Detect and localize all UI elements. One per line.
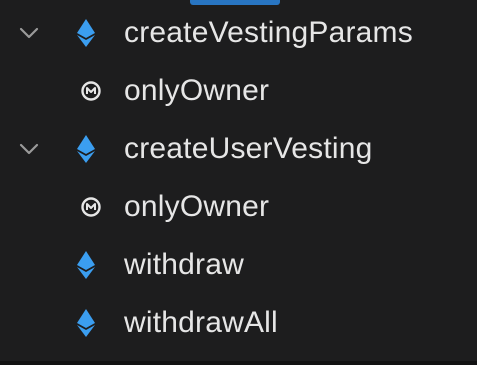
panel-bottom-edge: [0, 361, 477, 365]
function-label: withdraw: [124, 248, 244, 281]
tree-item-createVestingParams[interactable]: createVestingParams: [0, 4, 477, 62]
ethereum-icon: [76, 18, 96, 48]
tree-item-onlyOwner[interactable]: onlyOwner: [0, 62, 477, 120]
ethereum-icon: [76, 308, 96, 338]
ethereum-icon: [76, 250, 96, 280]
ethereum-icon: [76, 134, 96, 164]
modifier-icon: [80, 80, 102, 102]
modifier-label: onlyOwner: [124, 74, 270, 107]
function-label: withdrawAll: [124, 306, 278, 339]
function-label: createUserVesting: [124, 132, 373, 165]
tree-item-onlyOwner[interactable]: onlyOwner: [0, 178, 477, 236]
chevron-down-icon[interactable]: [18, 138, 40, 160]
chevron-down-icon[interactable]: [18, 22, 40, 44]
function-label: createVestingParams: [124, 16, 413, 49]
tree-item-withdraw[interactable]: withdraw: [0, 236, 477, 294]
tree-item-createUserVesting[interactable]: createUserVesting: [0, 120, 477, 178]
modifier-label: onlyOwner: [124, 190, 270, 223]
modifier-icon: [80, 196, 102, 218]
outline-tree: createVestingParams onlyOwner createUser…: [0, 0, 477, 365]
tree-item-withdrawAll[interactable]: withdrawAll: [0, 294, 477, 352]
